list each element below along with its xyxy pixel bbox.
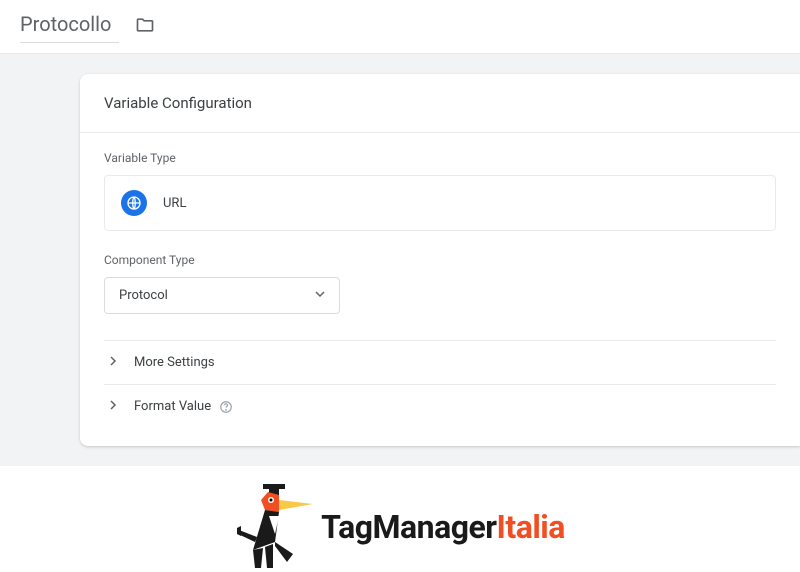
- globe-icon: [121, 190, 147, 216]
- format-value-label: Format Value: [134, 399, 211, 414]
- component-type-label: Component Type: [104, 253, 776, 267]
- chevron-right-icon: [108, 399, 118, 414]
- more-settings-label: More Settings: [134, 355, 215, 370]
- logo-part2: Italia: [497, 508, 565, 546]
- chevron-right-icon: [108, 355, 118, 370]
- help-icon[interactable]: [219, 400, 233, 414]
- page-title[interactable]: Protocollo: [20, 10, 119, 43]
- caret-down-icon: [315, 288, 325, 303]
- more-settings-toggle[interactable]: More Settings: [104, 340, 776, 384]
- variable-type-label: Variable Type: [104, 151, 776, 165]
- footer-logo: TagManagerItalia: [0, 466, 800, 572]
- variable-type-selector[interactable]: URL: [104, 175, 776, 231]
- logo-part1: TagManager: [321, 508, 496, 546]
- folder-icon[interactable]: [135, 15, 155, 39]
- component-type-value: Protocol: [119, 288, 168, 303]
- variable-type-name: URL: [163, 196, 186, 211]
- logo-text: TagManagerItalia: [321, 508, 565, 546]
- format-value-toggle[interactable]: Format Value: [104, 384, 776, 428]
- card-heading: Variable Configuration: [80, 74, 800, 133]
- component-type-select[interactable]: Protocol: [104, 277, 340, 314]
- woodpecker-icon: [235, 482, 315, 572]
- content-area: Variable Configuration Variable Type URL…: [0, 54, 800, 466]
- page-header: Protocollo: [0, 0, 800, 54]
- card-body: Variable Type URL Component Type Protoco…: [80, 133, 800, 446]
- variable-config-card: Variable Configuration Variable Type URL…: [80, 74, 800, 446]
